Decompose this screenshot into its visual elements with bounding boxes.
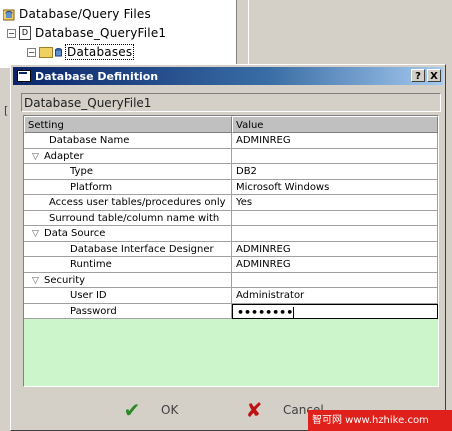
value-cell[interactable]: Yes	[232, 195, 438, 211]
setting-column-header[interactable]: Setting	[24, 116, 232, 133]
table-row[interactable]: Database Interface Designer ADMINREG	[24, 241, 438, 257]
value-column-header[interactable]: Value	[232, 116, 438, 133]
setting-cell: Access user tables/procedures only	[24, 195, 232, 211]
table-row[interactable]: ▽ Data Source	[24, 226, 438, 242]
partial-left-text: [	[4, 104, 9, 117]
text-cursor	[293, 307, 295, 318]
value-cell	[232, 226, 438, 242]
database-icon	[55, 47, 62, 56]
value-cell[interactable]: ADMINREG	[232, 241, 438, 257]
expand-caret-icon[interactable]: ▽	[32, 150, 44, 164]
right-pane	[248, 0, 452, 68]
setting-label: Adapter	[44, 150, 84, 162]
table-row[interactable]: Surround table/column name with	[24, 210, 438, 226]
value-cell[interactable]: DB2	[232, 164, 438, 180]
table-row[interactable]: Access user tables/procedures only Yes	[24, 195, 438, 211]
cancel-x-icon: ✘	[245, 398, 263, 422]
setting-group-cell: ▽ Security	[24, 272, 232, 288]
file-name-field: Database_QueryFile1	[21, 93, 441, 112]
setting-group-cell: ▽ Data Source	[24, 226, 232, 242]
tree-databases-item[interactable]: − Databases	[27, 43, 135, 61]
collapse-icon[interactable]: −	[7, 28, 16, 38]
setting-cell: Type	[24, 164, 232, 180]
help-button[interactable]: ?	[411, 69, 425, 82]
tree-file-label: Database_QueryFile1	[35, 26, 167, 40]
window-icon	[17, 70, 31, 82]
table-row[interactable]: Platform Microsoft Windows	[24, 179, 438, 195]
site-watermark: 智可网 www.hzhike.com	[308, 410, 452, 431]
dialog-title: Database Definition	[35, 69, 159, 83]
table-row[interactable]: Type DB2	[24, 164, 438, 180]
setting-cell: User ID	[24, 288, 232, 304]
password-value: ••••••••	[237, 305, 294, 319]
setting-cell: Surround table/column name with	[24, 210, 232, 226]
table-row[interactable]: Password ••••••••	[24, 303, 438, 319]
collapse-icon[interactable]: −	[27, 47, 36, 57]
value-cell[interactable]: ADMINREG	[232, 257, 438, 273]
database-files-icon	[3, 9, 15, 20]
value-cell[interactable]	[232, 210, 438, 226]
setting-cell: Platform	[24, 179, 232, 195]
value-cell	[232, 148, 438, 164]
database-definition-dialog: Database Definition ? X Database_QueryFi…	[10, 64, 446, 431]
checkmark-icon: ✔	[123, 398, 141, 422]
tree-file-item[interactable]: − D Database_QueryFile1	[7, 24, 166, 42]
table-row[interactable]: User ID Administrator	[24, 288, 438, 304]
ok-button-label: OK	[161, 403, 179, 417]
setting-cell: Runtime	[24, 257, 232, 273]
expand-caret-icon[interactable]: ▽	[32, 274, 44, 288]
tree-root[interactable]: Database/Query Files	[3, 5, 151, 23]
value-cell[interactable]: ADMINREG	[232, 133, 438, 149]
setting-cell: Password	[24, 303, 232, 319]
table-row[interactable]: ▽ Security	[24, 272, 438, 288]
value-cell[interactable]: Microsoft Windows	[232, 179, 438, 195]
setting-label: Security	[44, 274, 86, 286]
project-tree: Database/Query Files − D Database_QueryF…	[0, 0, 237, 68]
setting-cell: Database Name	[24, 133, 232, 149]
grid-header: Setting Value	[24, 116, 438, 133]
expand-caret-icon[interactable]: ▽	[32, 227, 44, 241]
value-cell[interactable]: Administrator	[232, 288, 438, 304]
folder-icon	[39, 46, 53, 58]
setting-cell: Database Interface Designer	[24, 241, 232, 257]
table-row[interactable]: Runtime ADMINREG	[24, 257, 438, 273]
query-file-icon: D	[19, 26, 31, 40]
table-row[interactable]: ▽ Adapter	[24, 148, 438, 164]
setting-group-cell: ▽ Adapter	[24, 148, 232, 164]
table-row[interactable]: Database Name ADMINREG	[24, 133, 438, 149]
ok-button[interactable]: ✔ OK	[119, 397, 179, 423]
value-cell	[232, 272, 438, 288]
password-input[interactable]: ••••••••	[232, 303, 438, 319]
close-button[interactable]: X	[427, 69, 441, 82]
dialog-titlebar[interactable]: Database Definition ? X	[13, 67, 443, 85]
settings-grid: Setting Value Database Name ADMINREG ▽ Ad…	[23, 115, 439, 387]
tree-root-label: Database/Query Files	[19, 7, 151, 21]
tree-databases-label: Databases	[65, 44, 135, 60]
setting-label: Data Source	[44, 228, 106, 239]
